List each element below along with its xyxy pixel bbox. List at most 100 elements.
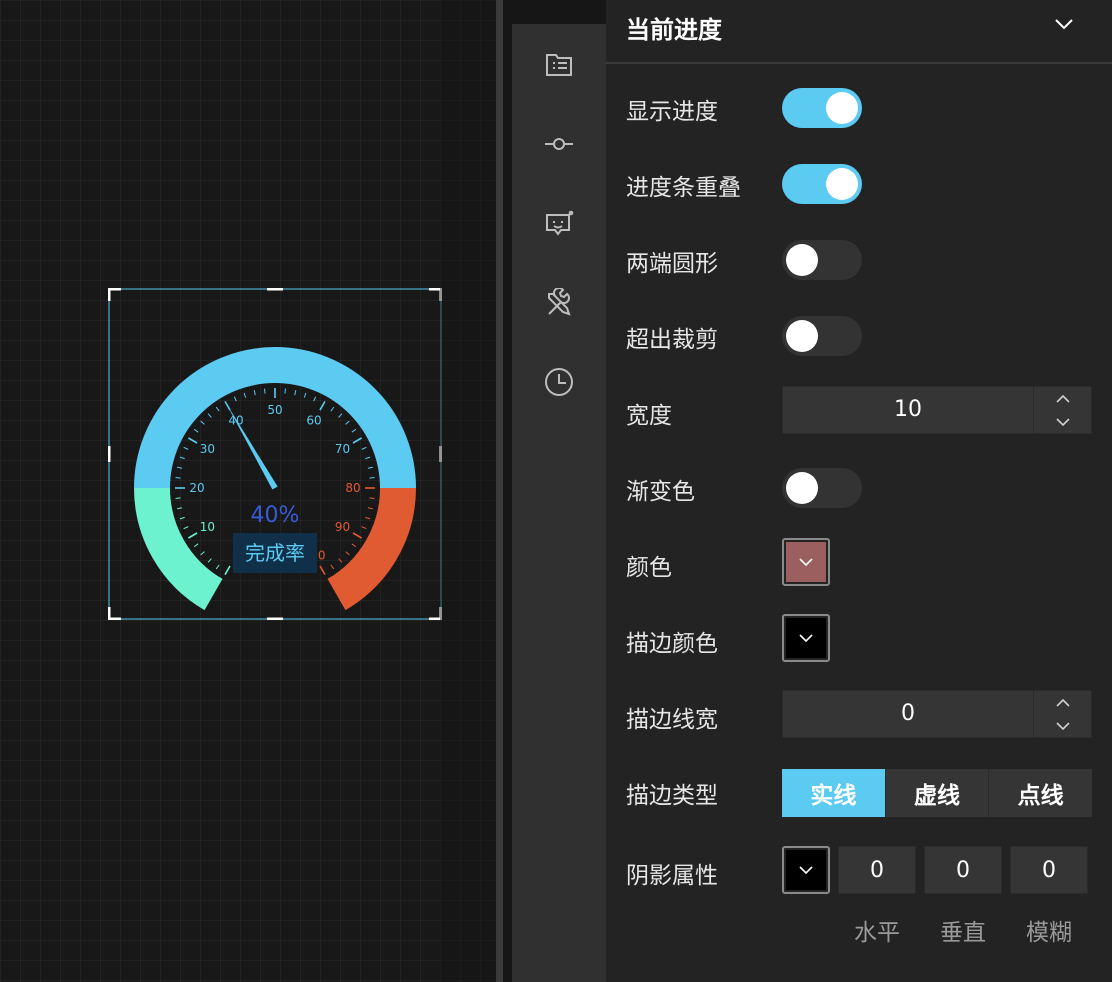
panel-header[interactable]: 当前进度: [606, 0, 1112, 64]
shadow-color-picker[interactable]: [782, 846, 830, 894]
stroke-color-label: 描边颜色: [626, 631, 718, 657]
stroke-width-label: 描边线宽: [626, 707, 718, 733]
gauge-tick: [224, 565, 231, 576]
decrement-button[interactable]: [1034, 714, 1092, 737]
gauge-tick: [193, 428, 199, 433]
gauge-tick: [175, 497, 181, 499]
commit-node-icon[interactable]: [543, 128, 575, 160]
gauge-tick: [179, 516, 185, 520]
resize-edge-handle: [267, 288, 283, 291]
gauge-tick: [187, 532, 198, 539]
gauge-tick: [200, 420, 205, 425]
resize-edge-handle: [108, 446, 111, 462]
tools-icon[interactable]: [543, 288, 575, 320]
gauge-tick: [294, 390, 297, 396]
stroke-width-stepper[interactable]: 0: [782, 690, 1092, 738]
stroke-type-dashed[interactable]: 虚线: [884, 769, 989, 817]
stepper-arrows: [1033, 387, 1091, 433]
chevron-down-icon: [799, 866, 813, 875]
property-panel: 当前进度 显示进度 进度条重叠 两端圆形 超出裁剪 宽度 10 渐变色 颜色 描…: [606, 0, 1112, 982]
gauge-tick: [303, 392, 307, 398]
gauge-band: [134, 487, 223, 611]
shadow-blur-input[interactable]: 0: [1010, 846, 1088, 894]
gauge-tick: [177, 507, 183, 510]
gauge-tick: [361, 446, 367, 450]
gauge-tick: [183, 446, 189, 450]
shadow-horizontal-label: 水平: [854, 920, 900, 946]
gauge-tick: [345, 420, 350, 425]
stroke-width-value[interactable]: 0: [783, 691, 1033, 737]
chevron-down-icon: [1056, 417, 1070, 426]
gauge-chart: 010203040506070809010040%完成率: [108, 288, 442, 620]
panel-title: 当前进度: [626, 16, 722, 44]
app-root: 010203040506070809010040%完成率 当前进度 显示进度 进…: [0, 0, 1112, 982]
gauge-tick: [264, 388, 266, 394]
gauge-tick: [352, 532, 363, 539]
gauge-tick-label: 90: [335, 520, 350, 534]
shadow-blur-label: 模糊: [1026, 920, 1072, 946]
chevron-down-icon[interactable]: [1052, 12, 1076, 36]
increment-button[interactable]: [1034, 691, 1092, 714]
chevron-up-icon: [1056, 698, 1070, 707]
gauge-band: [327, 487, 416, 611]
stroke-type-solid[interactable]: 实线: [782, 769, 885, 817]
gauge-tick: [207, 413, 212, 418]
property-tab-bar: [512, 24, 606, 982]
gauge-tick: [361, 526, 367, 530]
increment-button[interactable]: [1034, 387, 1092, 410]
chat-bot-icon[interactable]: [543, 208, 575, 240]
chevron-up-icon: [1056, 394, 1070, 403]
show-progress-label: 显示进度: [626, 99, 718, 125]
file-list-icon[interactable]: [543, 48, 575, 80]
gauge-tick: [369, 497, 375, 499]
gauge-tick: [183, 526, 189, 530]
design-canvas[interactable]: 010203040506070809010040%完成率: [0, 0, 496, 982]
chevron-down-icon: [799, 634, 813, 643]
show-progress-toggle[interactable]: [782, 88, 862, 128]
toggle-knob: [826, 168, 858, 200]
gauge-tick: [365, 456, 371, 460]
stroke-color-picker[interactable]: [782, 614, 830, 662]
gauge-tick-label: 20: [189, 481, 204, 495]
gauge-tick-label: 50: [267, 403, 282, 417]
width-value[interactable]: 10: [783, 387, 1033, 433]
overlap-toggle[interactable]: [782, 164, 862, 204]
gauge-tick: [338, 558, 343, 563]
clip-toggle[interactable]: [782, 316, 862, 356]
gauge-tick: [243, 392, 247, 398]
chevron-down-icon: [799, 558, 813, 567]
gauge-tick: [367, 507, 373, 510]
gauge-tick: [351, 543, 357, 548]
clip-label: 超出裁剪: [626, 327, 718, 353]
clock-icon[interactable]: [543, 366, 575, 398]
gauge-tick: [365, 516, 371, 520]
gauge-tick: [215, 564, 220, 570]
gauge-tick: [175, 477, 181, 479]
iconbar-top-gap: [512, 0, 606, 24]
round-ends-toggle[interactable]: [782, 240, 862, 280]
gauge-tick: [313, 396, 317, 402]
gauge-tick: [369, 477, 375, 479]
color-label: 颜色: [626, 555, 672, 581]
panel-splitter[interactable]: [496, 0, 512, 982]
color-picker[interactable]: [782, 538, 830, 586]
toggle-knob: [786, 320, 818, 352]
stepper-arrows: [1033, 691, 1091, 737]
resize-corner-handle: [108, 288, 121, 301]
decrement-button[interactable]: [1034, 410, 1092, 433]
resize-edge-handle: [267, 617, 283, 620]
shadow-vertical-input[interactable]: 0: [924, 846, 1002, 894]
gauge-tick: [352, 437, 363, 444]
gauge-tick: [330, 406, 335, 412]
width-stepper[interactable]: 10: [782, 386, 1092, 434]
chevron-down-icon: [1056, 721, 1070, 730]
shadow-horizontal-input[interactable]: 0: [838, 846, 916, 894]
gauge-widget[interactable]: 010203040506070809010040%完成率: [108, 288, 442, 620]
gauge-tick: [367, 466, 373, 469]
gradient-toggle[interactable]: [782, 468, 862, 508]
stroke-type-dotted[interactable]: 点线: [988, 769, 1092, 817]
stroke-type-segmented: 实线 虚线 点线: [782, 769, 1092, 817]
round-ends-label: 两端圆形: [626, 251, 718, 277]
resize-corner-handle: [108, 607, 121, 620]
gauge-tick: [253, 390, 256, 396]
